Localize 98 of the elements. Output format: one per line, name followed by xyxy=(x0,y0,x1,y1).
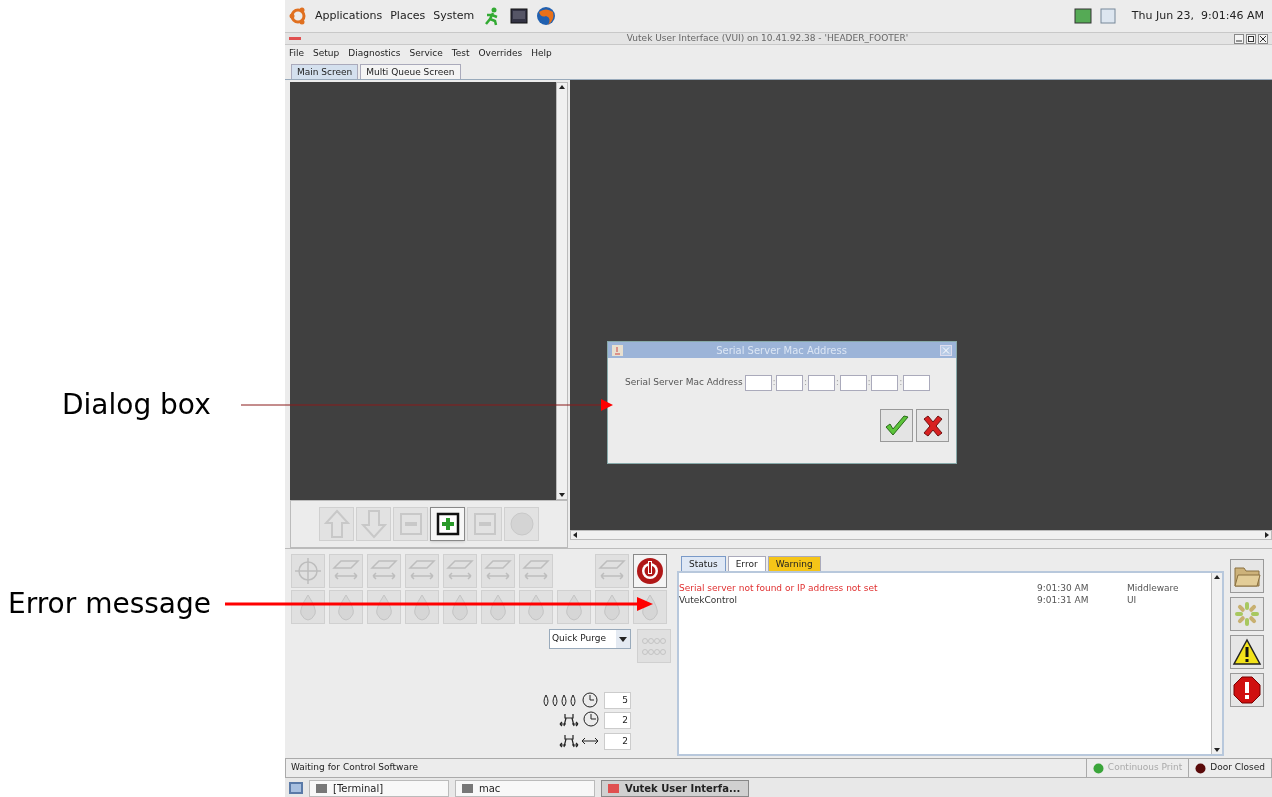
minus-icon xyxy=(398,512,423,536)
menu-item[interactable]: File xyxy=(289,47,305,61)
queue-button[interactable] xyxy=(430,507,465,541)
log-time: 9:01:31 AM xyxy=(1037,594,1090,606)
indicator-label: Door Closed xyxy=(1210,761,1265,775)
window-title: Vutek User Interface (VUI) on 10.41.92.38 - 'HEADER_FOOTER' xyxy=(625,34,910,43)
drop-icon xyxy=(526,593,546,621)
close-icon[interactable] xyxy=(1258,33,1268,44)
clock[interactable]: Thu Jun 23, 9:01:46 AM xyxy=(1131,7,1264,25)
maximize-icon[interactable] xyxy=(1246,33,1256,44)
crosshair-icon xyxy=(294,557,322,585)
separator: : xyxy=(772,377,776,389)
scroll-down-icon[interactable] xyxy=(558,491,566,499)
drop-icon xyxy=(564,593,584,621)
side-button[interactable] xyxy=(1230,673,1264,707)
app-icon xyxy=(289,34,301,43)
monitor-icon[interactable] xyxy=(1073,8,1092,24)
menu-item[interactable]: Test xyxy=(451,47,470,61)
desktop-icon[interactable] xyxy=(289,782,303,794)
scrollbar[interactable] xyxy=(1211,573,1222,754)
drop-icon xyxy=(412,593,432,621)
scrollbar[interactable] xyxy=(556,82,568,500)
window-icon xyxy=(462,783,473,793)
window-icon xyxy=(316,783,327,793)
setting-field[interactable]: 2 xyxy=(604,711,631,729)
setting-field[interactable]: 2 xyxy=(604,732,631,750)
panel-menu[interactable]: Places xyxy=(390,7,426,25)
mac-field[interactable] xyxy=(871,375,899,391)
tab[interactable]: Multi Queue Screen xyxy=(360,64,461,79)
log-message: Serial server not found or IP address not set xyxy=(679,582,879,594)
taskbar-button[interactable]: [Terminal] xyxy=(309,779,449,797)
purge-dropdown[interactable]: Quick Purge xyxy=(549,629,631,649)
separator: : xyxy=(804,377,808,389)
folder-icon xyxy=(1233,564,1261,588)
mac-field[interactable] xyxy=(808,375,836,391)
power-icon xyxy=(635,556,665,586)
annotation-label: Dialog box xyxy=(62,387,211,423)
cancel-button[interactable] xyxy=(916,409,949,442)
scroll-up-icon[interactable] xyxy=(558,83,566,91)
menu-item[interactable]: Diagnostics xyxy=(348,47,401,61)
scroll-down-icon[interactable] xyxy=(1213,746,1221,754)
log-tab[interactable]: Warning xyxy=(767,556,821,571)
menu-item[interactable]: Setup xyxy=(313,47,340,61)
window-icon xyxy=(608,783,619,793)
separator: : xyxy=(867,377,871,389)
mac-field[interactable] xyxy=(776,375,804,391)
globe-icon[interactable] xyxy=(536,6,557,26)
drops-clock-icon xyxy=(542,691,600,709)
separator: : xyxy=(899,377,903,389)
drop-icon xyxy=(602,593,622,621)
drop-icon xyxy=(298,593,318,621)
circle-icon xyxy=(508,511,535,537)
annotation-label: Error message xyxy=(8,586,211,622)
log-tab[interactable]: Status xyxy=(681,556,726,571)
panel-menu[interactable]: System xyxy=(433,7,475,25)
drop-icon xyxy=(450,593,470,621)
horizontal-scrollbar[interactable] xyxy=(570,530,1272,540)
tool-button[interactable] xyxy=(633,554,667,588)
warning-icon xyxy=(1232,638,1262,666)
panel-menu[interactable]: Applications xyxy=(315,7,383,25)
menu-item[interactable]: Help xyxy=(531,47,552,61)
taskbar-button[interactable]: Vutek User Interfa... xyxy=(601,779,749,797)
status-message: Waiting for Control Software xyxy=(290,761,419,775)
carriage-clock-icon xyxy=(558,710,600,730)
indicator-label: Continuous Print xyxy=(1107,761,1183,775)
terminal-icon[interactable] xyxy=(510,8,529,24)
drop-icon xyxy=(374,593,394,621)
down-arrow-icon xyxy=(360,509,387,539)
log-tab[interactable]: Error xyxy=(727,556,766,571)
caret-icon xyxy=(616,630,630,648)
up-arrow-icon xyxy=(323,509,350,539)
log-source: UI xyxy=(1127,594,1137,606)
side-button[interactable] xyxy=(1230,635,1264,669)
scroll-up-icon[interactable] xyxy=(1213,573,1221,581)
separator: : xyxy=(836,377,839,389)
tab[interactable]: Main Screen xyxy=(291,64,359,79)
log-source: Middleware xyxy=(1127,582,1179,594)
checkmark-icon xyxy=(883,413,910,438)
menu-item[interactable]: Overrides xyxy=(478,47,523,61)
setting-field[interactable]: 5 xyxy=(604,691,631,709)
taskbar-button[interactable]: mac xyxy=(455,779,595,797)
stop-icon xyxy=(1233,676,1261,704)
drop-icon xyxy=(640,593,660,621)
minus-icon xyxy=(472,512,497,536)
field-label: Serial Server Mac Address xyxy=(625,376,743,390)
mac-field[interactable] xyxy=(839,375,867,391)
log-time: 9:01:30 AM xyxy=(1037,582,1090,594)
plus-icon xyxy=(435,512,460,536)
burst-icon xyxy=(1233,600,1261,628)
drop-icon xyxy=(336,593,356,621)
log-message: VutekControl xyxy=(679,594,739,606)
mac-field[interactable] xyxy=(903,375,931,391)
dialog-title: Serial Server Mac Address xyxy=(715,343,848,358)
ok-button[interactable] xyxy=(880,409,913,442)
menu-item[interactable]: Service xyxy=(409,47,443,61)
drop-icon xyxy=(488,593,508,621)
mac-field[interactable] xyxy=(744,375,772,391)
window-icon[interactable] xyxy=(1099,8,1116,24)
